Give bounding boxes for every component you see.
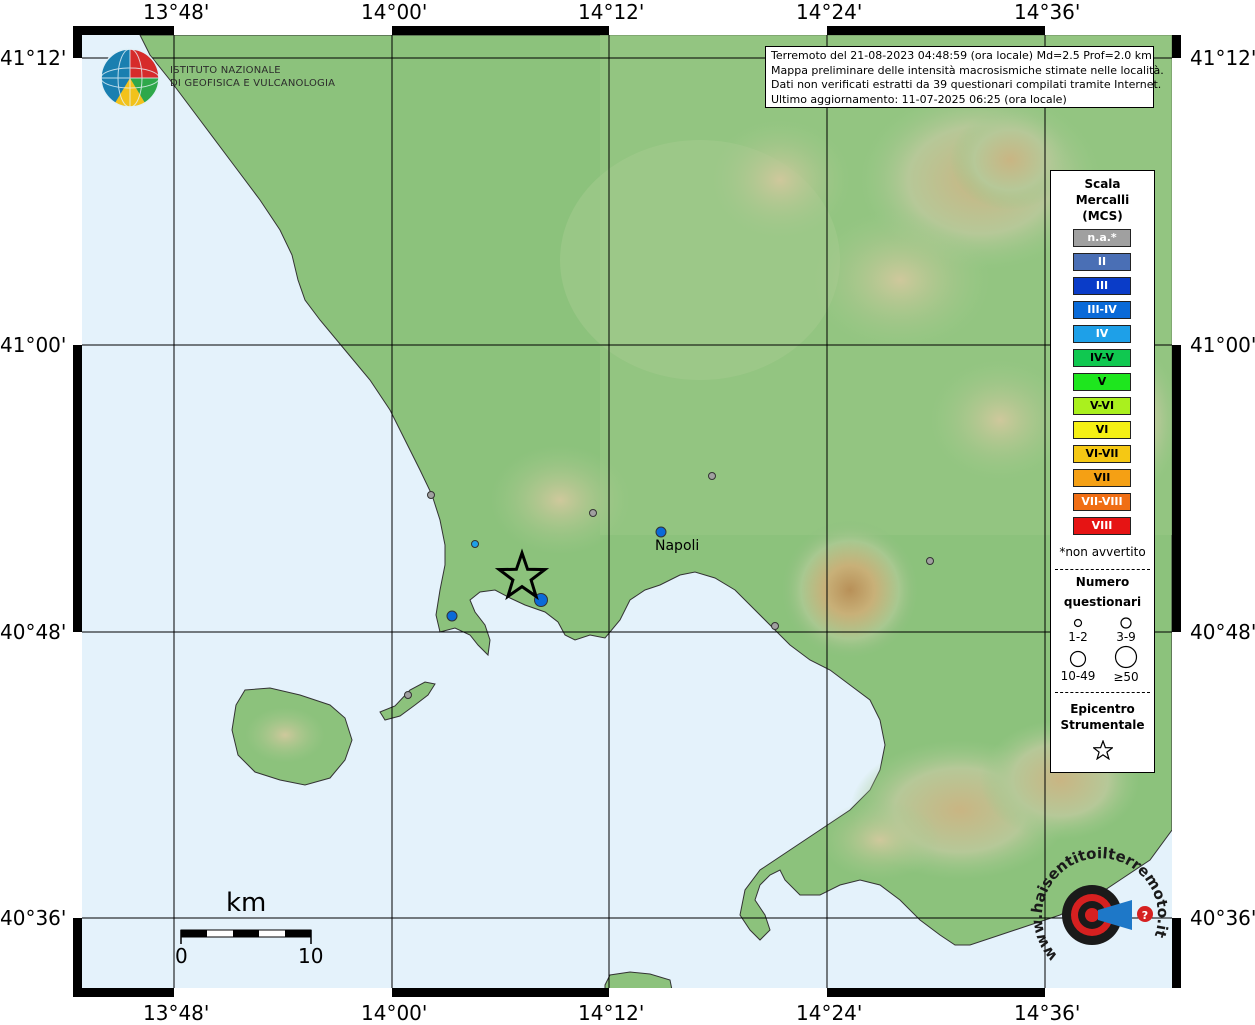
lat-label-right: 40°36' [1190,906,1255,930]
mcs-swatch: VI [1073,421,1131,439]
ingv-name: ISTITUTO NAZIONALE DI GEOFISICA E VULCAN… [170,64,335,90]
lon-label-top: 14°00' [361,0,428,24]
not-felt-note: *non avvertito [1059,545,1146,559]
lat-label-left: 41°00' [0,333,67,357]
event-info-line: Ultimo aggiornamento: 11-07-2025 06:25 (… [771,92,1067,106]
mcs-swatch: IV [1073,325,1131,343]
mcs-swatch: II [1073,253,1131,271]
point-na [427,491,435,499]
city-label-napoli: Napoli [655,538,700,554]
lon-label-top: 13°48' [143,0,210,24]
count-title: Numero [1075,575,1130,589]
event-info-line: Mappa preliminare delle intensità macros… [771,63,1164,77]
point-na [708,472,716,480]
scale-start: 0 [175,944,188,968]
mcs-swatch: III [1073,277,1131,295]
lon-label-top: 14°36' [1014,0,1081,24]
point-na [404,691,412,699]
epicenter-title: Epicentro [1070,702,1135,716]
legend-title: Scala [1084,177,1121,191]
lon-label-bottom: 13°48' [143,1001,210,1025]
legend-title: (MCS) [1082,209,1123,223]
mcs-swatch: n.a.* [1073,229,1131,247]
event-info-line: Dati non verificati estratti da 39 quest… [771,78,1162,91]
scale-end: 10 [298,944,324,968]
mcs-swatch: V-VI [1073,397,1131,415]
ingv-logo [100,48,160,108]
lon-label-bottom: 14°36' [1014,1001,1081,1025]
svg-text:?: ? [1142,909,1148,922]
lon-label-bottom: 14°12' [578,1001,645,1025]
count-label: ≥50 [1113,670,1139,684]
point-iv [471,540,479,548]
mcs-swatch: VII-VIII [1073,493,1131,511]
legend-divider [1055,569,1150,570]
epicenter-legend-star [1093,740,1113,760]
count-label: 3-9 [1116,630,1136,644]
epicenter-title: Strumentale [1060,718,1145,732]
lon-label-bottom: 14°00' [361,1001,428,1025]
mcs-swatch: IV-V [1073,349,1131,367]
mcs-swatch: VI-VII [1073,445,1131,463]
legend-divider [1055,692,1150,693]
mcs-legend: Scala Mercalli (MCS) n.a.* II III III-IV IV I… [1050,170,1155,773]
lon-label-bottom: 14°24' [796,1001,863,1025]
lat-label-left: 40°48' [0,620,67,644]
ingv-line1: ISTITUTO NAZIONALE [170,65,281,76]
point-iii-iv [446,610,458,622]
mcs-swatch: VIII [1073,517,1131,535]
lat-label-left: 41°12' [0,46,67,70]
mcs-swatch: VII [1073,469,1131,487]
event-info-box: Terremoto del 21-08-2023 04:48:59 (ora l… [765,46,1164,108]
scale-unit: km [226,888,267,918]
count-title: questionari [1063,595,1142,609]
lat-label-left: 40°36' [0,906,67,930]
lat-label-right: 41°12' [1190,46,1255,70]
lon-label-top: 14°24' [796,0,863,24]
event-info-line: Terremoto del 21-08-2023 04:48:59 (ora l… [771,49,1152,62]
lat-label-right: 40°48' [1190,620,1255,644]
point-na [589,509,597,517]
point-iii-iv [655,526,667,538]
count-label: 10-49 [1060,669,1096,683]
lat-label-right: 41°00' [1190,333,1255,357]
ingv-line2: DI GEOFISICA E VULCANOLOGIA [170,78,336,89]
point-na [926,557,934,565]
legend-title: Mercalli [1075,193,1130,207]
mcs-swatch: V [1073,373,1131,391]
point-na [771,622,779,630]
lon-label-top: 14°12' [578,0,645,24]
mcs-swatch: III-IV [1073,301,1131,319]
count-label: 1-2 [1068,630,1088,644]
